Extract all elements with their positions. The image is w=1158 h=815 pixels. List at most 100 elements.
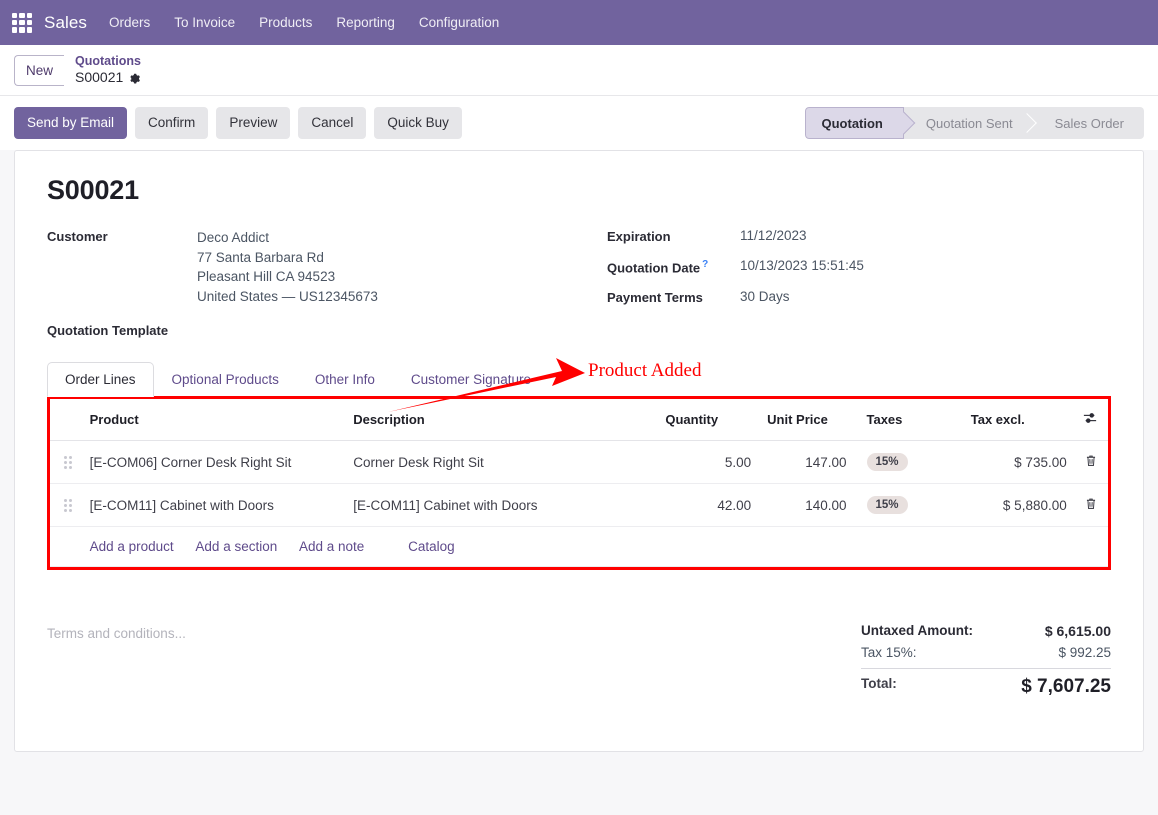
status-step-quotation-sent[interactable]: Quotation Sent [904, 107, 1033, 139]
new-record-button[interactable]: New [14, 54, 65, 86]
quotation-date-field: Quotation Date? 10/13/2023 15:51:45 [607, 258, 1111, 275]
customer-label: Customer [47, 229, 108, 244]
table-header-row: Product Description Quantity Unit Price … [50, 399, 1108, 442]
row-quantity[interactable]: 5.00 [657, 440, 760, 485]
row-taxes: 15% [854, 483, 963, 528]
total-value: $ 7,607.25 [1021, 676, 1111, 698]
customer-name[interactable]: Deco Addict [197, 228, 378, 248]
status-step-quotation[interactable]: Quotation [804, 107, 904, 139]
order-lines-table: Product Description Quantity Unit Price … [50, 399, 1108, 568]
action-button-group: Send by Email Confirm Preview Cancel Qui… [14, 107, 462, 139]
breadcrumb-current: S00021 [75, 69, 141, 86]
apps-grid-icon[interactable] [12, 12, 32, 33]
breadcrumb-quotations[interactable]: Quotations [75, 54, 141, 69]
customer-value: Deco Addict 77 Santa Barbara Rd Pleasant… [197, 228, 378, 306]
row-tax-excl: $ 5,880.00 [962, 483, 1075, 528]
cancel-button[interactable]: Cancel [298, 107, 367, 139]
confirm-button[interactable]: Confirm [135, 107, 209, 139]
tab-other-info[interactable]: Other Info [297, 362, 393, 397]
row-product[interactable]: [E-COM06] Corner Desk Right Sit [81, 440, 346, 485]
drag-handle-icon[interactable] [64, 455, 74, 469]
col-product: Product [81, 399, 346, 442]
add-line-row: Add a product Add a section Add a note C… [50, 526, 1108, 568]
row-product[interactable]: [E-COM11] Cabinet with Doors [81, 483, 346, 528]
sliders-icon[interactable] [1083, 411, 1097, 428]
tab-customer-signature[interactable]: Customer Signature [393, 362, 549, 397]
payment-terms-value[interactable]: 30 Days [740, 289, 790, 305]
row-description[interactable]: Corner Desk Right Sit [345, 440, 658, 485]
col-taxes: Taxes [854, 399, 963, 442]
add-a-product-link[interactable]: Add a product [90, 539, 174, 554]
untaxed-amount-label: Untaxed Amount: [861, 623, 973, 639]
customer-address-line-1: 77 Santa Barbara Rd [197, 249, 324, 265]
row-drag-handle-cell [50, 483, 82, 528]
trash-icon[interactable] [1085, 454, 1097, 470]
total-label: Total: [861, 676, 897, 692]
col-unit-price: Unit Price [759, 399, 855, 442]
tax-badge[interactable]: 15% [866, 496, 908, 515]
col-tax-excl: Tax excl. [962, 399, 1075, 442]
order-lines-highlight-box: Product Description Quantity Unit Price … [47, 396, 1111, 571]
quick-buy-button[interactable]: Quick Buy [374, 107, 462, 139]
order-lines-body: [E-COM06] Corner Desk Right Sit Corner D… [50, 440, 1108, 568]
status-step-sales-order[interactable]: Sales Order [1033, 107, 1144, 139]
total-row: Total: $ 7,607.25 [861, 668, 1111, 701]
tab-optional-products[interactable]: Optional Products [154, 362, 297, 397]
help-icon[interactable]: ? [702, 259, 708, 270]
tax-value: $ 992.25 [1058, 645, 1111, 661]
menu-to-invoice[interactable]: To Invoice [174, 15, 235, 30]
tax-badge[interactable]: 15% [866, 453, 908, 472]
add-row-links: Add a product Add a section Add a note C… [81, 526, 1108, 568]
app-brand-sales[interactable]: Sales [44, 13, 87, 33]
row-unit-price[interactable]: 147.00 [759, 440, 855, 485]
col-options [1074, 399, 1108, 442]
expiration-value[interactable]: 11/12/2023 [740, 228, 807, 244]
customer-field: Customer Deco Addict 77 Santa Barbara Rd… [47, 228, 607, 306]
send-by-email-button[interactable]: Send by Email [14, 107, 128, 139]
preview-button[interactable]: Preview [216, 107, 291, 139]
untaxed-amount-value: $ 6,615.00 [1044, 623, 1111, 640]
tax-row: Tax 15%: $ 992.25 [861, 642, 1111, 663]
terms-and-conditions-input[interactable]: Terms and conditions... [47, 620, 186, 641]
totals-block: Untaxed Amount: $ 6,615.00 Tax 15%: $ 99… [861, 620, 1111, 701]
quotation-date-value[interactable]: 10/13/2023 15:51:45 [740, 258, 864, 275]
breadcrumb: Quotations S00021 [75, 54, 141, 86]
notebook-tabs: Order Lines Optional Products Other Info… [47, 362, 1111, 398]
drag-handle-icon[interactable] [64, 498, 74, 512]
quotation-date-label: Quotation Date? [607, 258, 740, 275]
customer-address-line-2: Pleasant Hill CA 94523 [197, 269, 336, 285]
row-unit-price[interactable]: 140.00 [759, 483, 855, 528]
breadcrumb-current-label: S00021 [75, 69, 124, 86]
row-quantity[interactable]: 42.00 [657, 483, 760, 528]
tab-order-lines[interactable]: Order Lines [47, 362, 154, 398]
sheet-wrapper: S00021 Customer Deco Addict 77 Santa Bar… [0, 150, 1158, 752]
menu-products[interactable]: Products [259, 15, 312, 30]
catalog-link[interactable]: Catalog [408, 539, 455, 554]
row-taxes: 15% [854, 440, 963, 485]
table-row[interactable]: [E-COM11] Cabinet with Doors [E-COM11] C… [50, 483, 1108, 528]
payment-terms-label: Payment Terms [607, 290, 703, 306]
row-delete-cell [1074, 483, 1108, 528]
control-panel: Send by Email Confirm Preview Cancel Qui… [0, 96, 1158, 150]
expiration-field: Expiration 11/12/2023 [607, 228, 1111, 244]
form-sheet: S00021 Customer Deco Addict 77 Santa Bar… [14, 150, 1144, 752]
sheet-footer: Terms and conditions... Untaxed Amount: … [47, 620, 1111, 701]
table-row[interactable]: [E-COM06] Corner Desk Right Sit Corner D… [50, 440, 1108, 485]
customer-address-line-3: United States — US12345673 [197, 288, 378, 304]
menu-configuration[interactable]: Configuration [419, 15, 499, 30]
row-tax-excl: $ 735.00 [962, 440, 1075, 485]
trash-icon[interactable] [1085, 497, 1097, 513]
add-row-spacer [50, 526, 82, 568]
header-fields-right: Expiration 11/12/2023 Quotation Date? 10… [607, 228, 1111, 352]
menu-reporting[interactable]: Reporting [336, 15, 395, 30]
add-a-section-link[interactable]: Add a section [195, 539, 277, 554]
quotation-date-label-text: Quotation Date [607, 260, 701, 276]
gear-icon[interactable] [129, 72, 141, 84]
menu-orders[interactable]: Orders [109, 15, 150, 30]
tax-label: Tax 15%: [861, 645, 917, 661]
add-a-note-link[interactable]: Add a note [299, 539, 364, 554]
row-description[interactable]: [E-COM11] Cabinet with Doors [345, 483, 658, 528]
col-quantity: Quantity [657, 399, 760, 442]
col-handle [50, 399, 82, 442]
header-fields: Customer Deco Addict 77 Santa Barbara Rd… [47, 228, 1111, 352]
